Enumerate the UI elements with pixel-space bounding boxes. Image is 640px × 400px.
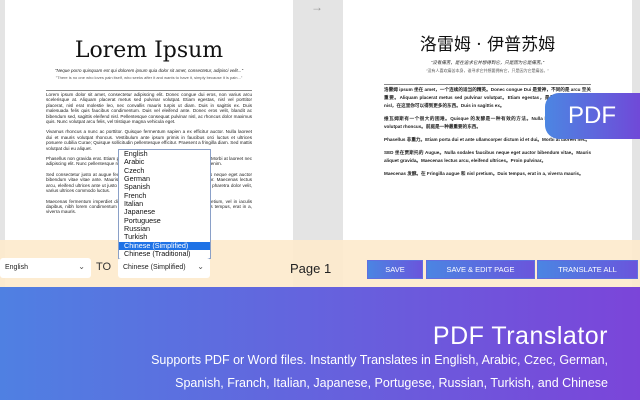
translated-title: 洛雷姆 · 伊普苏姆 [419, 35, 556, 55]
source-quote: "Neque porro quisquam est qui dolorem ip… [54, 68, 244, 73]
promo-line-2: Spanish, Franch, Italian, Japanese, Port… [175, 376, 608, 390]
source-language-select[interactable]: English ⌄ [0, 258, 91, 278]
translated-quote-translation: “没有人喜欢痛苦本身，谁寻求它并想要拥有它，只是因为它是痛苦。” [426, 68, 549, 73]
save-edit-page-button[interactable]: SAVE & EDIT PAGE [426, 260, 535, 279]
divider [46, 90, 252, 91]
target-language-dropdown-list[interactable]: English Arabic Czech German Spanish Fren… [118, 149, 211, 260]
to-label: TO [96, 261, 112, 273]
page-indicator: Page 1 [290, 261, 332, 276]
pdf-badge: PDF [545, 93, 640, 139]
paragraph: Vivamus rhoncus a nunc ac porttitor. Qui… [46, 129, 252, 151]
source-language-value: English [5, 264, 28, 271]
paragraph: SED 坐在贾斯托的 Augue。Nulla sodales faucibus … [384, 150, 591, 163]
save-button[interactable]: SAVE [367, 260, 423, 279]
chevron-down-icon: ⌄ [78, 262, 85, 271]
chevron-down-icon: ⌄ [197, 262, 204, 271]
paragraph: Lorem ipsum dolor sit amet, consectetur … [46, 92, 252, 125]
divider [384, 84, 591, 85]
promo-title: PDF Translator [432, 322, 608, 350]
translated-quote: “没有痛苦，是在追求它并想得到它，只是因为它是痛苦。” [430, 60, 545, 65]
promo-banner: PDF Translator Supports PDF or Word file… [0, 287, 640, 400]
source-title: Lorem Ipsum [74, 38, 224, 63]
promo-line-1: Supports PDF or Word files. Instantly Tr… [151, 353, 608, 367]
source-quote-translation: "There is no one who loves pain itself, … [55, 75, 243, 80]
paragraph: Maecenas 发酵。在 Fringilla augue 和 nisl pre… [384, 171, 584, 176]
arrow-right-icon: → [311, 0, 323, 14]
translate-all-button[interactable]: TRANSLATE ALL [537, 260, 638, 279]
target-language-select[interactable]: Chinese (Simplified) ⌄ [118, 258, 210, 278]
target-language-value: Chinese (Simplified) [123, 264, 186, 271]
